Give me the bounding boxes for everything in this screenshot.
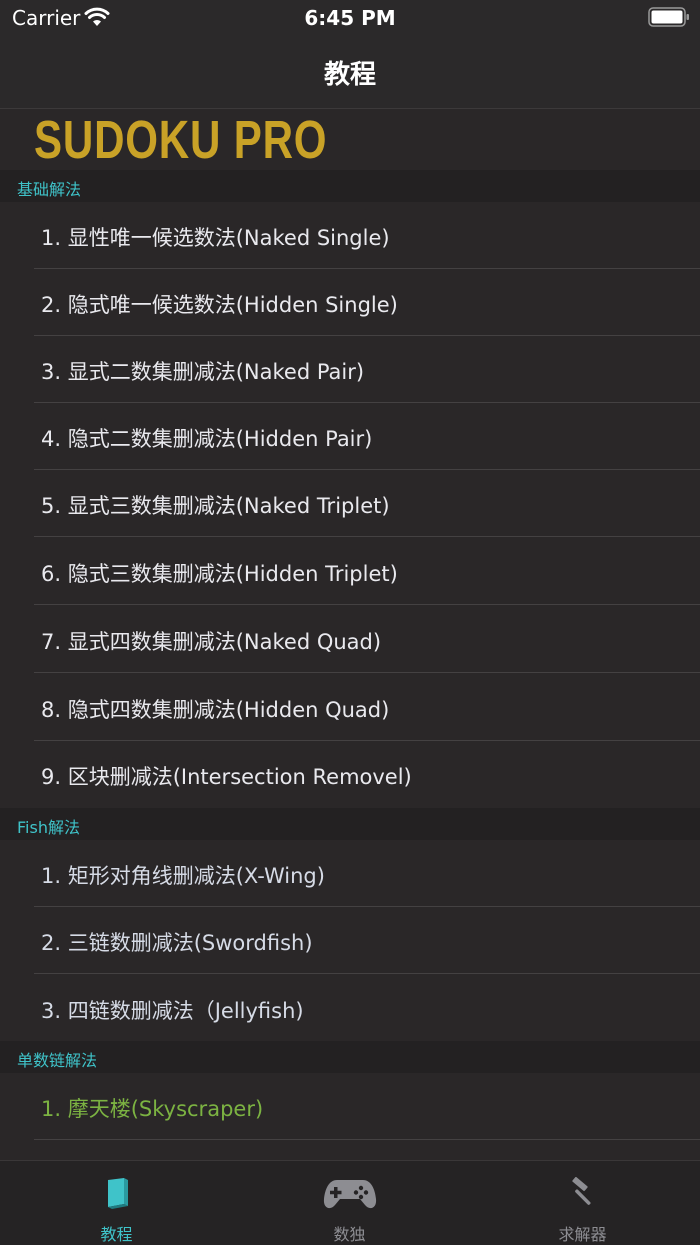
list-item[interactable]: 2. 三链数删减法(Swordfish) — [0, 907, 700, 974]
section-header-fish: Fish解法 — [0, 808, 700, 840]
section-header-basic: 基础解法 — [0, 170, 700, 202]
tab-label: 求解器 — [558, 1225, 607, 1244]
list-item[interactable]: 1. 矩形对角线删减法(X-Wing) — [0, 840, 700, 907]
tab-sudoku[interactable]: 数独 — [233, 1161, 466, 1245]
battery-icon — [648, 7, 689, 27]
app-logo: SUDOKU PRO — [34, 110, 328, 170]
list-item[interactable]: 5. 显式三数集删减法(Naked Triplet) — [0, 470, 700, 537]
tab-label: 数独 — [333, 1225, 366, 1244]
row-divider — [34, 973, 700, 974]
list-item-label: 2. 三链数删减法(Swordfish) — [41, 931, 313, 955]
list-item[interactable]: 3. 四链数删减法（Jellyfish) — [0, 975, 700, 1042]
row-divider — [34, 604, 700, 605]
list-item-label: 8. 隐式四数集删减法(Hidden Quad) — [41, 698, 390, 722]
list-item-label: 6. 隐式三数集删减法(Hidden Triplet) — [41, 562, 398, 586]
section-title: 基础解法 — [17, 180, 82, 199]
list-item[interactable]: 7. 显式四数集删减法(Naked Quad) — [0, 606, 700, 673]
hammer-icon — [571, 1177, 591, 1205]
list-item[interactable]: 8. 隐式四数集删减法(Hidden Quad) — [0, 674, 700, 741]
tab-bar: 教程 数独 求解器 — [0, 1160, 700, 1245]
list-item[interactable]: 1. 摩天楼(Skyscraper) — [0, 1073, 700, 1140]
list-item-label: 4. 隐式二数集删减法(Hidden Pair) — [41, 427, 373, 451]
list-item-label: 1. 摩天楼(Skyscraper) — [41, 1097, 264, 1121]
list-item-label: 2. 隐式唯一候选数法(Hidden Single) — [41, 293, 398, 317]
list-item-label: 5. 显式三数集删减法(Naked Triplet) — [41, 494, 390, 518]
row-divider — [34, 536, 700, 537]
list-item-label: 9. 区块删减法(Intersection Removel) — [41, 765, 412, 789]
list-item[interactable]: 6. 隐式三数集删减法(Hidden Triplet) — [0, 538, 700, 605]
list-item[interactable]: 2. 隐式唯一候选数法(Hidden Single) — [0, 269, 700, 336]
row-divider — [34, 1139, 700, 1140]
logo-banner: SUDOKU PRO — [0, 109, 700, 170]
list-item-label: 7. 显式四数集删减法(Naked Quad) — [41, 630, 382, 654]
page-title: 教程 — [323, 60, 376, 90]
tab-tutorial[interactable]: 教程 — [0, 1161, 233, 1245]
list-item[interactable]: 4. 隐式二数集删减法(Hidden Pair) — [0, 403, 700, 470]
row-divider — [34, 672, 700, 673]
book-icon — [107, 1178, 128, 1209]
status-time: 6:45 PM — [304, 6, 396, 30]
section-title: Fish解法 — [17, 818, 80, 837]
list-item-label: 3. 四链数删减法（Jellyfish) — [41, 999, 304, 1023]
navigation-bar: 教程 — [0, 40, 700, 109]
list-item[interactable]: 1. 显性唯一候选数法(Naked Single) — [0, 202, 700, 269]
tab-solver[interactable]: 求解器 — [466, 1161, 699, 1245]
list-item[interactable]: 9. 区块删减法(Intersection Removel) — [0, 741, 700, 808]
gamepad-icon — [323, 1180, 376, 1209]
list-item-label: 1. 显性唯一候选数法(Naked Single) — [41, 226, 390, 250]
section-title: 单数链解法 — [17, 1051, 98, 1070]
list-item-label: 3. 显式二数集删减法(Naked Pair) — [41, 360, 365, 384]
list-item[interactable]: 3. 显式二数集删减法(Naked Pair) — [0, 336, 700, 403]
section-header-single-chain: 单数链解法 — [0, 1041, 700, 1073]
status-bar: Carrier 6:45 PM — [0, 0, 700, 40]
list-item-label: 1. 矩形对角线删减法(X-Wing) — [41, 864, 325, 888]
tab-label: 教程 — [100, 1225, 133, 1244]
